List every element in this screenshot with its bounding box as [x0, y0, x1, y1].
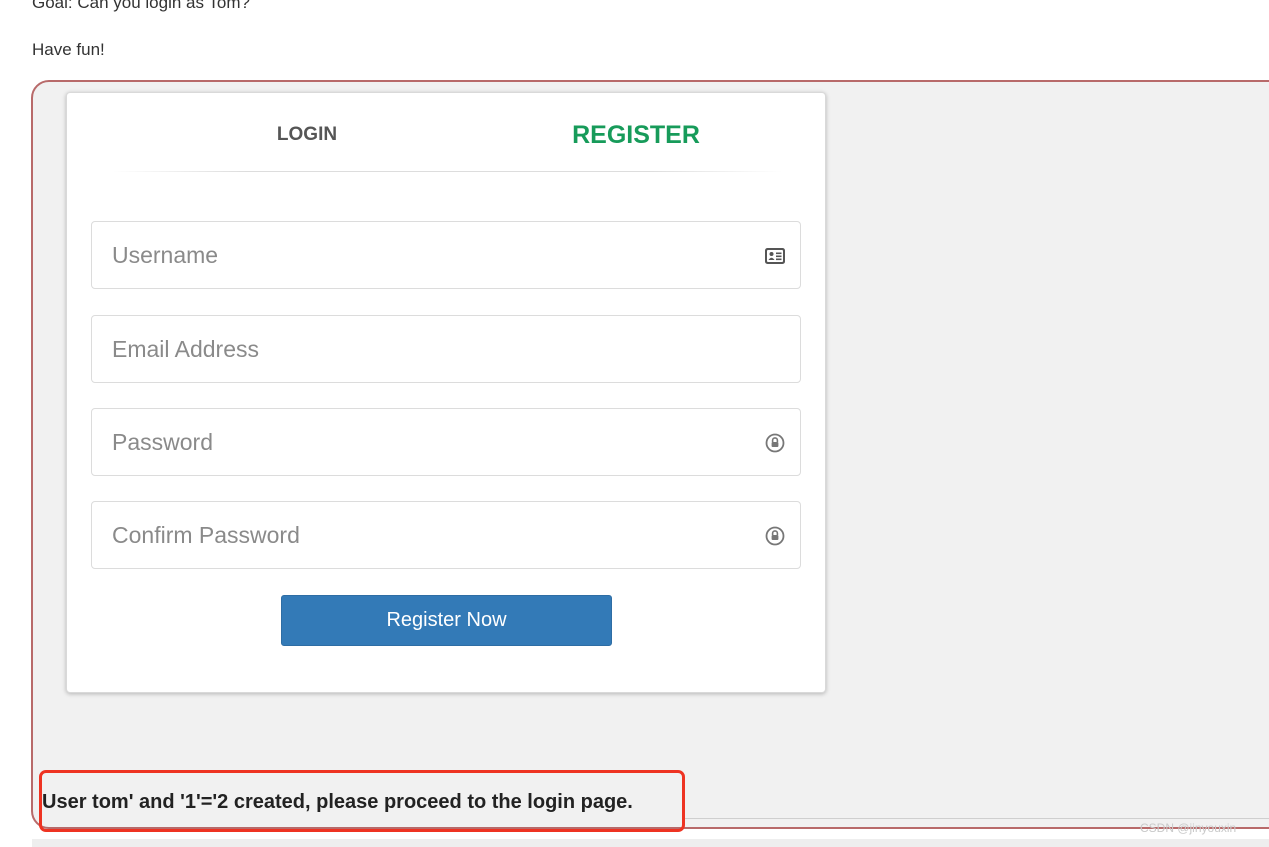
id-card-icon	[765, 248, 785, 264]
page-bottom-strip	[32, 839, 1269, 847]
username-field	[91, 221, 801, 289]
have-fun-text: Have fun!	[32, 40, 105, 59]
tab-divider	[112, 171, 782, 172]
watermark-text: CSDN @jinyouxin	[1140, 821, 1237, 835]
lock-icon	[765, 526, 785, 546]
assignment-goal-text: Goal: Can you login as Tom?	[32, 0, 250, 12]
register-now-button[interactable]: Register Now	[281, 595, 612, 646]
divider-line	[685, 818, 1269, 819]
lock-icon	[765, 433, 785, 453]
email-input[interactable]	[92, 316, 800, 382]
email-field	[91, 315, 801, 383]
confirm-password-input[interactable]	[92, 502, 800, 568]
username-input[interactable]	[92, 222, 800, 288]
login-register-panel: LOGIN REGISTER Register	[66, 92, 826, 693]
tab-register[interactable]: REGISTER	[551, 121, 721, 150]
confirm-password-field	[91, 501, 801, 569]
password-field	[91, 408, 801, 476]
tab-login[interactable]: LOGIN	[222, 124, 392, 146]
password-input[interactable]	[92, 409, 800, 475]
feedback-message: User tom' and '1'='2 created, please pro…	[42, 791, 633, 813]
